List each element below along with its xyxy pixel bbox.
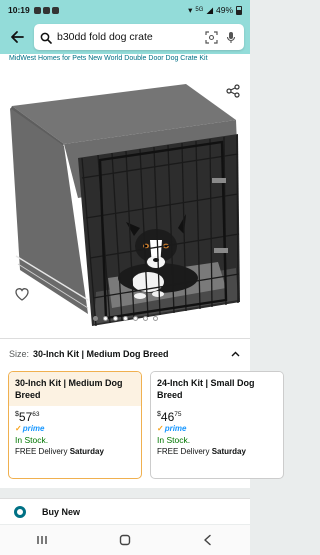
option-price: $ 57 63 [15,410,40,424]
search-input[interactable] [57,31,198,43]
image-pagination [0,316,250,321]
image-dot[interactable] [132,316,138,321]
stock-status: In Stock. [15,435,49,445]
notification-icon [51,6,59,14]
size-label: Size: [9,349,30,359]
network-label: 5G [195,7,204,13]
buy-new-option[interactable]: Buy New [0,498,250,524]
status-time: 10:19 [8,5,30,15]
wifi-icon: ▾ [188,4,193,15]
prime-check-icon: ✓ [157,424,164,433]
search-icon [40,31,52,44]
prime-badge: ✓ prime [15,424,45,433]
heart-icon[interactable] [14,286,30,302]
image-dot[interactable] [92,316,98,321]
system-nav-bar [0,525,250,555]
size-selected-value: 30-Inch Kit | Medium Dog Breed [33,349,169,359]
product-image[interactable] [8,78,242,338]
image-dot[interactable] [122,316,128,321]
battery-icon [236,5,242,15]
prime-check-icon: ✓ [15,424,22,433]
size-options: 30-Inch Kit | Medium Dog Breed $ 57 63 ✓… [8,371,284,479]
option-name: 24-Inch Kit | Small Dog Breed [151,372,283,406]
notification-icon [33,6,41,14]
product-area: MidWest Homes for Pets New World Double … [0,54,250,344]
back-arrow-icon[interactable] [6,26,28,48]
recent-apps-icon[interactable] [30,530,54,550]
microphone-icon[interactable] [224,30,238,44]
image-dot[interactable] [112,316,118,321]
home-icon[interactable] [113,530,137,550]
image-dot[interactable] [142,316,148,321]
size-section: Size: 30-Inch Kit | Medium Dog Breed 30-… [0,338,284,488]
camera-scan-icon[interactable] [204,30,218,44]
size-selector[interactable]: Size: 30-Inch Kit | Medium Dog Breed [9,349,240,359]
search-header [0,20,250,54]
status-right: ▾ 5G ◢ 49% [188,5,242,16]
notification-icons [33,6,59,14]
stock-status: In Stock. [157,435,191,445]
option-name: 30-Inch Kit | Medium Dog Breed [9,372,141,406]
battery-percent: 49% [215,5,233,15]
notification-icon [42,6,50,14]
signal-icon: ◢ [206,4,213,15]
prime-badge: ✓ prime [157,424,187,433]
buy-new-radio[interactable] [14,505,26,518]
chevron-up-icon[interactable] [231,349,240,359]
status-bar: 10:19 ▾ 5G ◢ 49% [0,0,250,20]
delivery-info: FREE Delivery Saturday [157,447,246,456]
delivery-info: FREE Delivery Saturday [15,447,104,456]
size-option-card[interactable]: 30-Inch Kit | Medium Dog Breed $ 57 63 ✓… [8,371,142,479]
product-title[interactable]: MidWest Homes for Pets New World Double … [9,54,239,74]
buy-new-label: Buy New [42,506,81,517]
share-icon[interactable] [226,84,240,98]
image-dot[interactable] [102,316,108,321]
option-price: $ 46 75 [157,410,182,424]
size-option-card[interactable]: 24-Inch Kit | Small Dog Breed $ 46 75 ✓ p… [150,371,284,479]
search-box[interactable] [34,24,244,50]
image-dot[interactable] [152,316,158,321]
back-icon[interactable] [196,530,220,550]
